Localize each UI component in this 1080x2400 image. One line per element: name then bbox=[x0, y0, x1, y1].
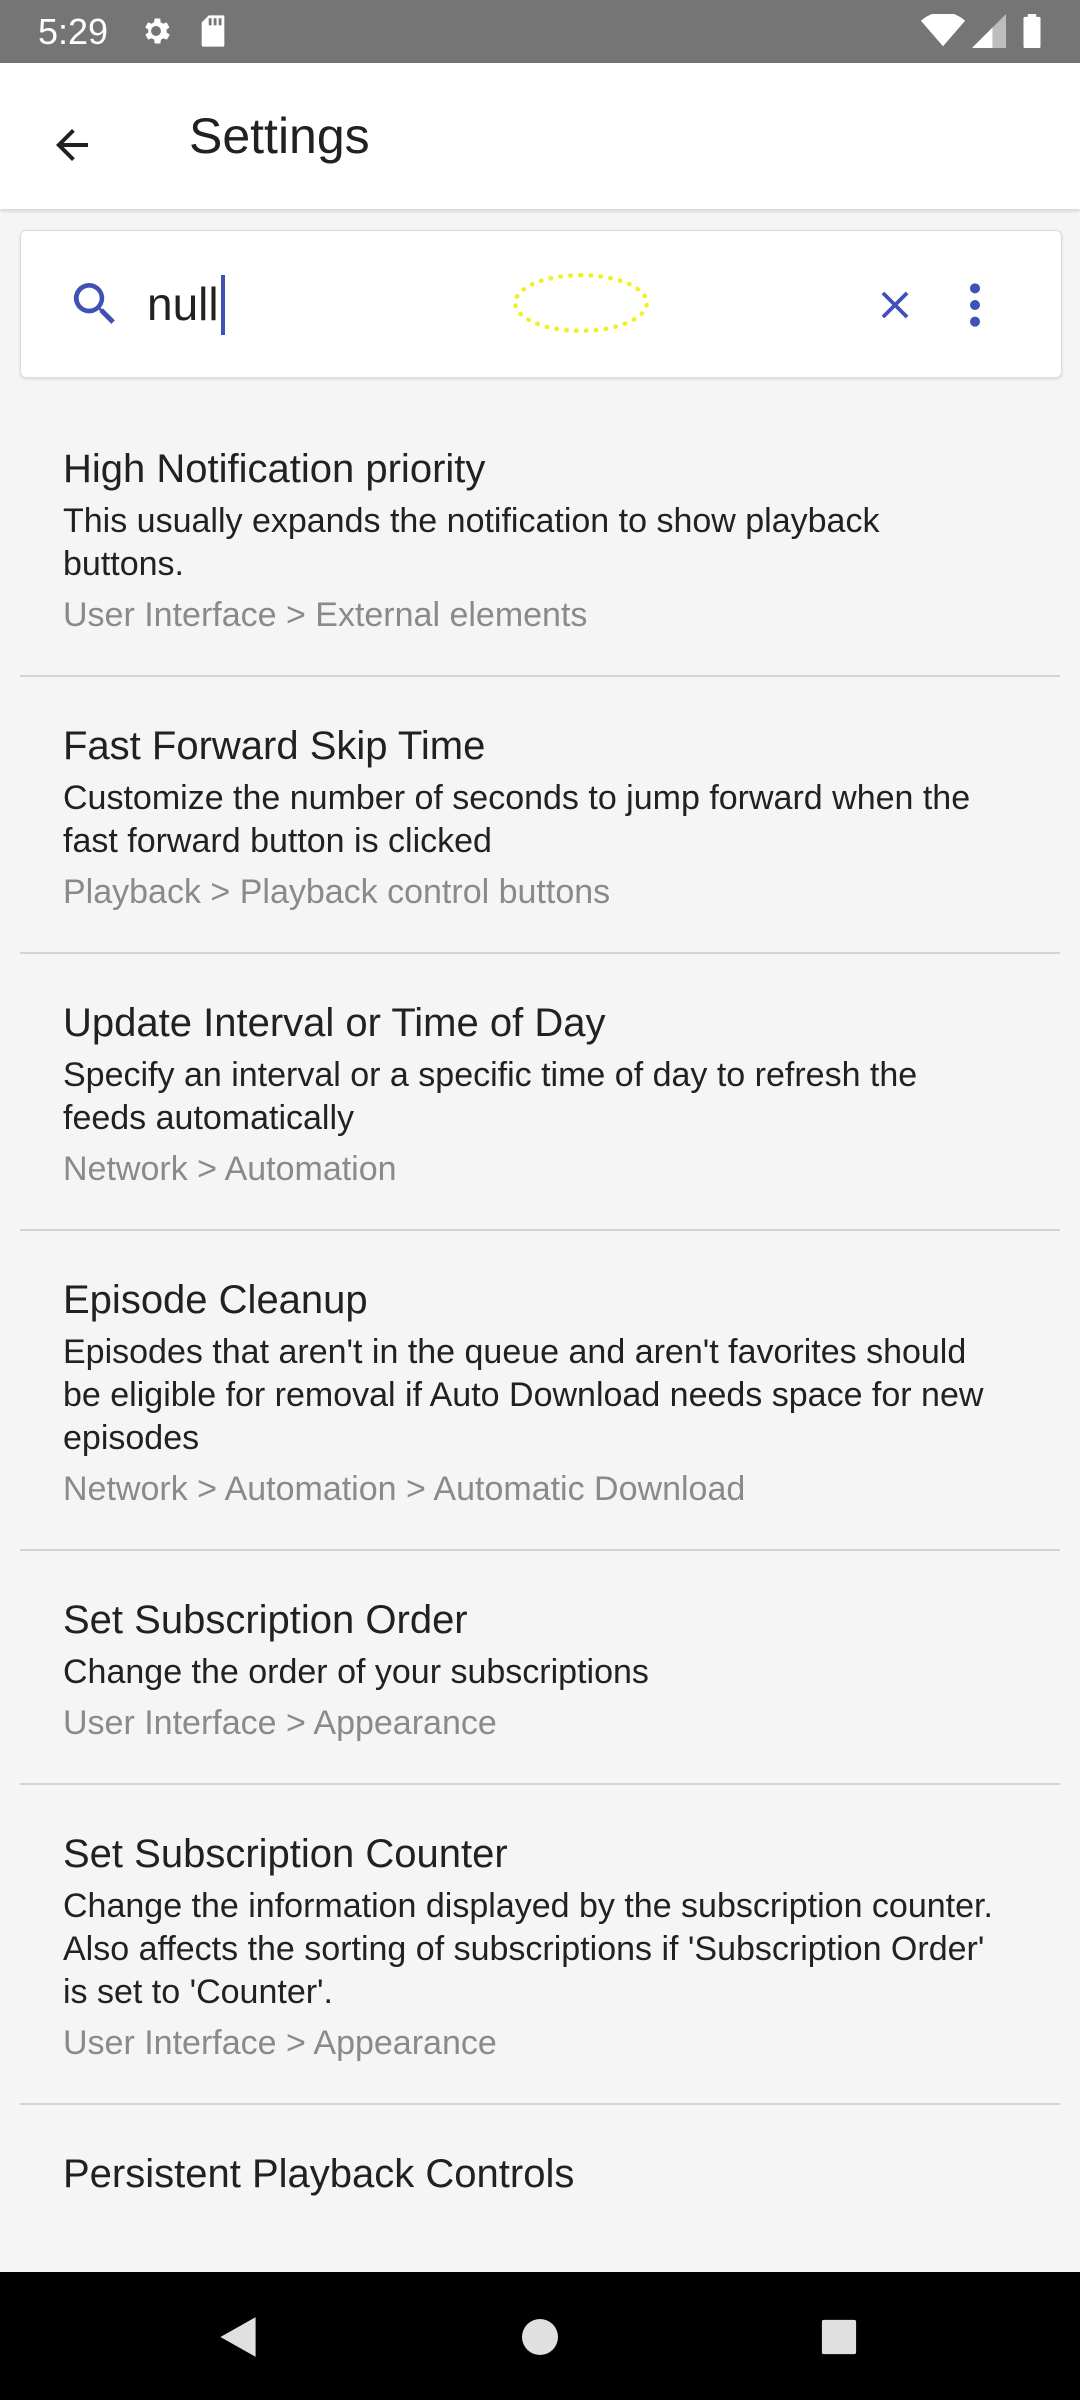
text-caret bbox=[221, 275, 225, 335]
page-title: Settings bbox=[189, 108, 370, 164]
result-title: Fast Forward Skip Time bbox=[63, 724, 486, 768]
result-item[interactable]: Update Interval or Time of Day Specify a… bbox=[20, 954, 1060, 1231]
result-title: Episode Cleanup bbox=[63, 1278, 368, 1322]
result-path: Network > Automation bbox=[63, 1150, 397, 1188]
more-vert-icon bbox=[970, 283, 980, 327]
search-results-list: High Notification priority This usually … bbox=[0, 400, 1080, 2270]
clear-search-button[interactable] bbox=[863, 273, 927, 337]
result-path: User Interface > Appearance bbox=[63, 1704, 497, 1742]
result-title: High Notification priority bbox=[63, 447, 486, 491]
search-card bbox=[20, 230, 1062, 378]
result-item[interactable]: Episode Cleanup Episodes that aren't in … bbox=[20, 1231, 1060, 1551]
nav-recents-icon bbox=[821, 2319, 857, 2355]
result-summary: Change the information displayed by the … bbox=[63, 1887, 993, 2011]
result-title: Set Subscription Counter bbox=[63, 1832, 508, 1876]
arrow-left-icon bbox=[56, 129, 88, 161]
result-title: Persistent Playback Controls bbox=[63, 2152, 575, 2196]
system-nav-bar bbox=[0, 2272, 1080, 2400]
result-path: Playback > Playback control buttons bbox=[63, 873, 611, 911]
battery-icon bbox=[1023, 14, 1041, 48]
wifi-icon bbox=[920, 14, 966, 47]
result-item[interactable]: Persistent Playback Controls bbox=[20, 2105, 1060, 2237]
result-title: Set Subscription Order bbox=[63, 1598, 468, 1642]
close-icon bbox=[881, 291, 909, 319]
result-path: User Interface > Appearance bbox=[63, 2024, 497, 2062]
result-path: User Interface > External elements bbox=[63, 596, 588, 634]
app-bar: Settings bbox=[0, 63, 1080, 209]
nav-back-icon bbox=[220, 2317, 256, 2357]
result-item[interactable]: Fast Forward Skip Time Customize the num… bbox=[20, 677, 1060, 954]
nav-home-button[interactable] bbox=[505, 2302, 575, 2372]
result-path: Network > Automation > Automatic Downloa… bbox=[63, 1470, 746, 1508]
status-time: 5:29 bbox=[38, 11, 109, 52]
sd-card-icon bbox=[201, 15, 225, 47]
tap-indicator bbox=[513, 273, 649, 333]
result-summary: Change the order of your subscriptions bbox=[63, 1653, 649, 1691]
nav-recents-button[interactable] bbox=[804, 2302, 874, 2372]
result-summary: Specify an interval or a specific time o… bbox=[63, 1056, 918, 1137]
nav-home-icon bbox=[522, 2319, 558, 2355]
back-button[interactable] bbox=[30, 103, 114, 187]
result-title: Update Interval or Time of Day bbox=[63, 1001, 606, 1045]
gear-icon bbox=[145, 18, 170, 44]
result-item[interactable]: Set Subscription Order Change the order … bbox=[20, 1551, 1060, 1785]
signal-icon bbox=[972, 14, 1006, 48]
result-summary: Episodes that aren't in the queue and ar… bbox=[63, 1333, 984, 1457]
result-summary: Customize the number of seconds to jump … bbox=[63, 779, 971, 860]
result-item[interactable]: High Notification priority This usually … bbox=[20, 400, 1060, 677]
more-options-button[interactable] bbox=[951, 273, 999, 337]
result-summary: This usually expands the notification to… bbox=[63, 502, 880, 583]
result-item[interactable]: Set Subscription Counter Change the info… bbox=[20, 1785, 1060, 2105]
search-icon bbox=[73, 283, 115, 324]
status-bar: 5:29 bbox=[0, 0, 1080, 63]
nav-back-button[interactable] bbox=[203, 2302, 273, 2372]
